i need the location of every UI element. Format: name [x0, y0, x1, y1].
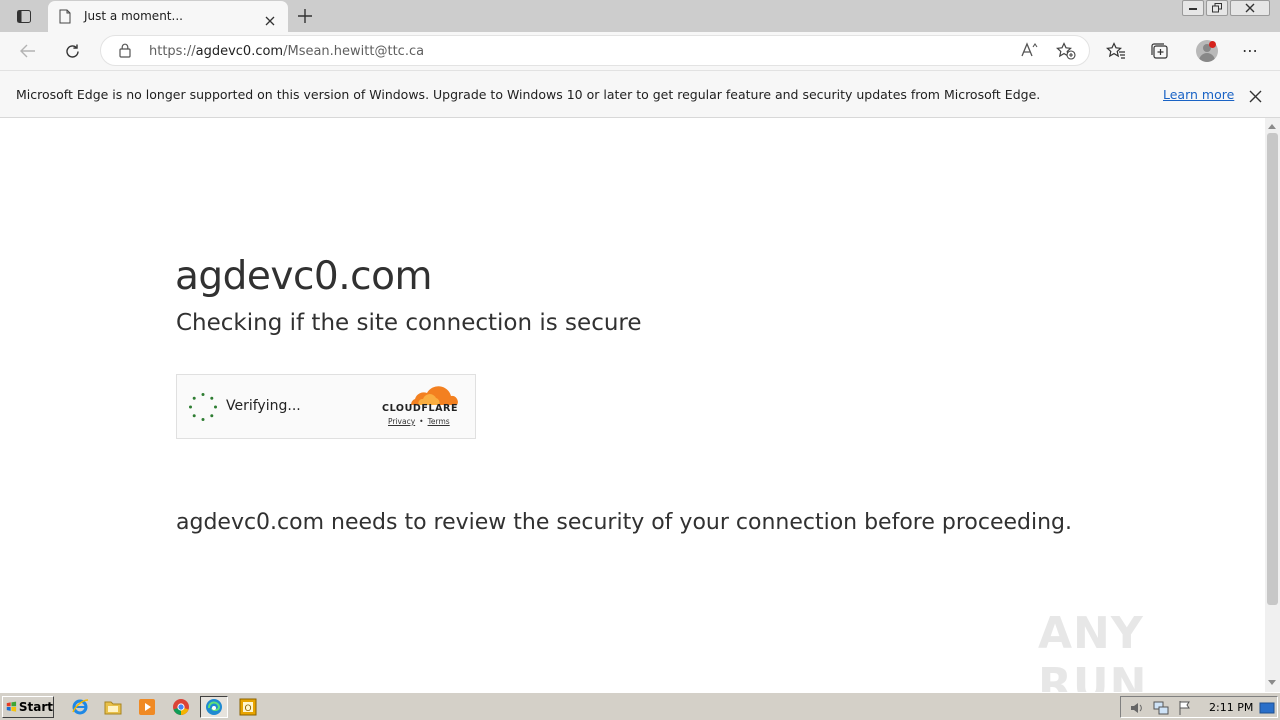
page-subtitle: Checking if the site connection is secur… [176, 310, 642, 336]
profile-status-icon [1209, 41, 1216, 48]
page-scrollbar[interactable] [1265, 118, 1280, 692]
terms-link[interactable]: Terms [428, 417, 450, 426]
link-separator: • [419, 417, 424, 426]
page-icon [59, 9, 71, 28]
cloudflare-wordmark: CLOUDFLARE [382, 403, 459, 414]
spinner-icon [189, 393, 217, 421]
network-icon[interactable] [1153, 700, 1169, 716]
browser-titlebar: Just a moment... [0, 0, 1280, 32]
tab-close-icon[interactable] [265, 11, 275, 30]
scroll-thumb[interactable] [1267, 133, 1278, 605]
tab-active[interactable]: Just a moment... [48, 1, 288, 32]
read-aloud-icon[interactable] [1021, 42, 1039, 62]
window-controls [1182, 0, 1270, 16]
address-bar[interactable]: https://agdevc0.com/Msean.hewitt@ttc.ca [100, 35, 1090, 66]
tab-title: Just a moment... [84, 9, 183, 23]
cloudflare-links: Privacy • Terms [388, 417, 450, 426]
browser-toolbar: https://agdevc0.com/Msean.hewitt@ttc.ca … [0, 32, 1280, 70]
media-player-icon[interactable] [137, 697, 157, 717]
more-options-icon[interactable]: ⋯ [1242, 43, 1259, 59]
tab-actions-icon[interactable] [10, 6, 38, 26]
lock-icon[interactable] [119, 43, 131, 62]
back-icon[interactable] [17, 40, 39, 62]
url-scheme: https:// [149, 44, 196, 59]
ie-icon[interactable] [70, 697, 90, 717]
windows-logo-icon [6, 701, 17, 712]
minimize-icon[interactable] [1182, 0, 1204, 16]
close-window-icon[interactable] [1230, 0, 1270, 16]
verifying-status: Verifying... [226, 398, 301, 414]
infobar-message: Microsoft Edge is no longer supported on… [16, 87, 1041, 102]
refresh-icon[interactable] [61, 40, 83, 62]
chrome-icon[interactable] [171, 697, 191, 717]
taskbar-clock[interactable]: 2:11 PM [1209, 701, 1253, 714]
collections-icon[interactable] [1150, 41, 1170, 61]
scroll-up-icon[interactable] [1268, 124, 1276, 129]
site-title: agdevc0.com [175, 254, 432, 299]
start-label: Start [18, 700, 53, 714]
edge-icon[interactable] [200, 696, 228, 718]
privacy-link[interactable]: Privacy [388, 417, 415, 426]
new-tab-icon[interactable] [296, 7, 314, 25]
restore-icon[interactable] [1206, 0, 1228, 16]
url-host: agdevc0.com [195, 44, 284, 59]
scroll-down-icon[interactable] [1268, 680, 1276, 685]
challenge-widget: Verifying... CLOUDFLARE Privacy • Terms [176, 374, 476, 439]
infobar-close-icon[interactable] [1249, 88, 1262, 107]
page-content: agdevc0.com Checking if the site connect… [0, 118, 1265, 710]
favorites-icon[interactable] [1106, 41, 1126, 61]
outlook-icon[interactable]: O [238, 697, 258, 717]
system-tray: 2:11 PM [1120, 696, 1278, 718]
show-desktop-icon[interactable] [1259, 700, 1275, 716]
add-favorite-icon[interactable] [1056, 42, 1076, 64]
volume-icon[interactable] [1129, 700, 1145, 716]
learn-more-link[interactable]: Learn more [1163, 87, 1234, 102]
taskbar: Start O 2:11 PM [0, 692, 1280, 720]
svg-text:O: O [244, 704, 251, 714]
url-text[interactable]: https://agdevc0.com/Msean.hewitt@ttc.ca [149, 44, 424, 59]
start-button[interactable]: Start [2, 696, 54, 718]
review-message: agdevc0.com needs to review the security… [176, 510, 1073, 535]
url-path: /Msean.hewitt@ttc.ca [283, 44, 425, 59]
action-center-flag-icon[interactable] [1177, 700, 1193, 716]
unsupported-infobar: Microsoft Edge is no longer supported on… [0, 70, 1280, 118]
explorer-icon[interactable] [103, 697, 123, 717]
